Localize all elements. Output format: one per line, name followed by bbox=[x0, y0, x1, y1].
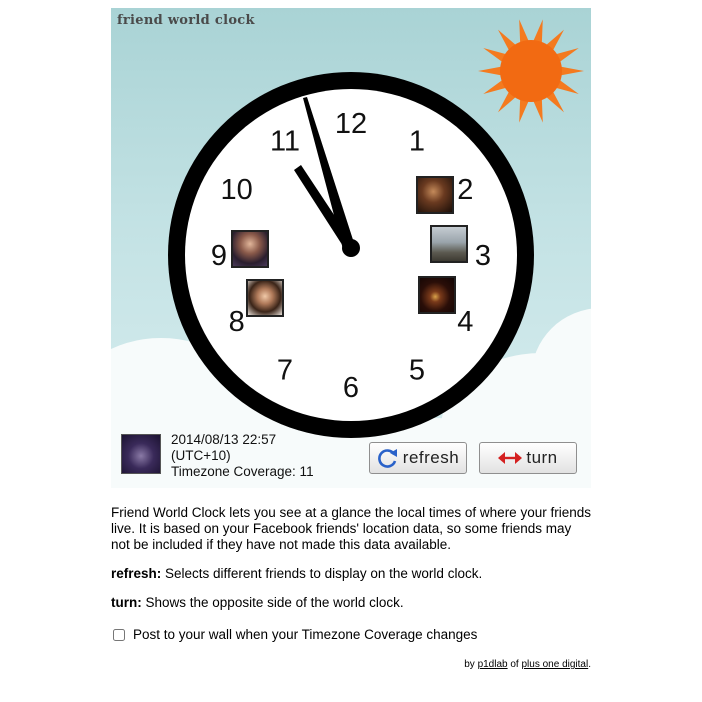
status-info: 2014/08/13 22:57 (UTC+10) Timezone Cover… bbox=[171, 432, 314, 480]
friend-photo-8[interactable] bbox=[246, 279, 284, 317]
clock-numeral: 3 bbox=[475, 240, 491, 272]
credit-by: by bbox=[464, 659, 478, 670]
clock-numeral: 2 bbox=[457, 174, 473, 206]
clock-numeral: 6 bbox=[343, 372, 359, 404]
intro-text: Friend World Clock lets you see at a gla… bbox=[111, 505, 591, 552]
user-avatar bbox=[121, 434, 161, 474]
turn-term: turn: bbox=[111, 595, 142, 610]
turn-arrows-icon bbox=[498, 452, 523, 464]
clock-panel: friend world clock 12 1 2 3 4 5 6 7 8 9 10 11 2014/… bbox=[111, 8, 591, 488]
clock-numeral: 10 bbox=[221, 174, 253, 206]
friend-photo-2[interactable] bbox=[416, 176, 454, 214]
refresh-button[interactable]: refresh bbox=[369, 442, 467, 474]
sun-ray bbox=[478, 66, 504, 76]
credit: by p1dlab of plus one digital. bbox=[464, 659, 591, 670]
sun-ray bbox=[558, 66, 584, 76]
clock-numeral: 9 bbox=[211, 240, 227, 272]
local-datetime: 2014/08/13 22:57 bbox=[171, 432, 277, 447]
refresh-help: refresh: Selects different friends to di… bbox=[111, 566, 591, 582]
turn-button[interactable]: turn bbox=[479, 442, 577, 474]
clock-numeral: 7 bbox=[277, 354, 293, 386]
refresh-label: refresh bbox=[402, 448, 460, 467]
sun-icon bbox=[478, 19, 584, 123]
author-link[interactable]: p1dlab bbox=[478, 659, 508, 670]
friend-photo-3[interactable] bbox=[430, 225, 468, 263]
post-option[interactable]: Post to your wall when your Timezone Cov… bbox=[113, 627, 477, 642]
post-to-wall-checkbox[interactable] bbox=[113, 628, 125, 641]
turn-help-text: Shows the opposite side of the world clo… bbox=[141, 595, 404, 610]
turn-label: turn bbox=[526, 448, 558, 467]
clock-numeral: 12 bbox=[335, 108, 367, 140]
clock-numeral: 8 bbox=[229, 306, 245, 338]
clock-center bbox=[342, 239, 360, 257]
utc-offset: (UTC+10) bbox=[171, 448, 231, 463]
refresh-term: refresh: bbox=[111, 566, 162, 581]
credit-end: . bbox=[588, 659, 591, 670]
friend-photo-4[interactable] bbox=[418, 276, 456, 314]
refresh-icon bbox=[377, 449, 397, 468]
timezone-coverage: Timezone Coverage: 11 bbox=[171, 464, 314, 479]
clock-numeral: 1 bbox=[409, 126, 425, 158]
world-clock: 12 12 3 45 6 78 9 10 11 bbox=[168, 19, 584, 438]
description: Friend World Clock lets you see at a gla… bbox=[111, 505, 591, 624]
company-link[interactable]: plus one digital bbox=[522, 659, 589, 670]
turn-help: turn: Shows the opposite side of the wor… bbox=[111, 595, 591, 611]
post-option-label: Post to your wall when your Timezone Cov… bbox=[133, 627, 478, 642]
refresh-help-text: Selects different friends to display on … bbox=[161, 566, 483, 581]
clock-numeral: 5 bbox=[409, 354, 425, 386]
clock-numeral: 4 bbox=[457, 306, 473, 338]
credit-of: of bbox=[507, 659, 522, 670]
friend-photo-9[interactable] bbox=[231, 230, 269, 268]
clock-numeral: 11 bbox=[270, 126, 300, 158]
